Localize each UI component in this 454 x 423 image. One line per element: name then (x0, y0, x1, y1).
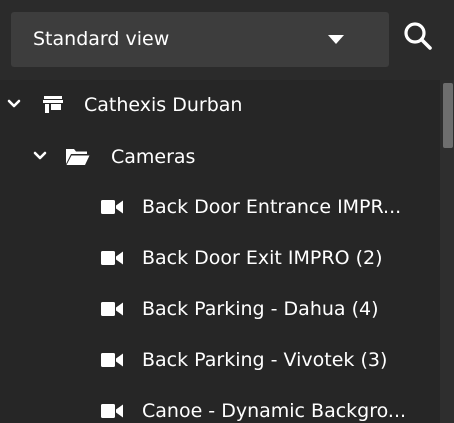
video-camera-icon (101, 404, 123, 418)
tree-item-label: Back Door Entrance IMPR... (142, 196, 402, 218)
video-camera-icon (101, 251, 123, 265)
video-camera-icon (101, 200, 123, 214)
folder-icon (66, 149, 90, 165)
view-selector-dropdown[interactable]: Standard view (11, 12, 389, 67)
video-camera-icon (101, 302, 123, 316)
tree-item-label: Back Parking - Dahua (4) (142, 298, 379, 320)
tree-item-camera[interactable]: Back Parking - Dahua (4) (0, 284, 440, 334)
store-icon (43, 96, 63, 113)
chevron-down-icon[interactable] (33, 150, 47, 162)
tree-item-camera[interactable]: Back Parking - Vivotek (3) (0, 335, 440, 385)
tree-item-label: Back Door Exit IMPRO (2) (142, 247, 383, 269)
search-icon (404, 22, 432, 50)
tree-item-label: Cathexis Durban (84, 94, 243, 116)
tree-item-camera[interactable]: Back Door Exit IMPRO (2) (0, 233, 440, 283)
tree-item-label: Cameras (111, 146, 196, 168)
device-tree: Cathexis Durban Cameras Back Door Entran… (0, 80, 440, 423)
scrollbar-thumb[interactable] (443, 83, 453, 148)
video-camera-icon (101, 353, 123, 367)
chevron-down-icon[interactable] (7, 98, 21, 110)
tree-item-camera[interactable]: Back Door Entrance IMPR... (0, 182, 440, 232)
tree-item-site[interactable]: Cathexis Durban (0, 80, 440, 130)
search-button[interactable] (395, 18, 443, 60)
tree-item-folder[interactable]: Cameras (0, 131, 440, 181)
tree-item-camera[interactable]: Canoe - Dynamic Backgro... (0, 386, 440, 423)
tree-item-label: Canoe - Dynamic Backgro... (142, 400, 407, 422)
toolbar: Standard view (0, 0, 454, 80)
caret-down-icon (328, 35, 344, 44)
view-selector-label: Standard view (33, 28, 170, 50)
tree-item-label: Back Parking - Vivotek (3) (142, 349, 388, 371)
